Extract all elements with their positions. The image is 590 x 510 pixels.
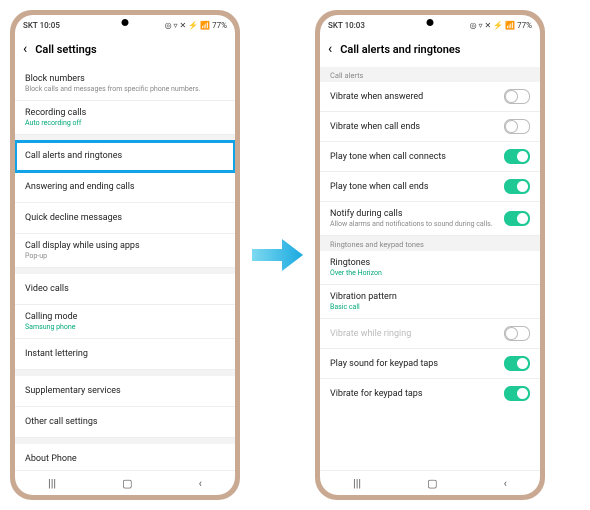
toggle[interactable] — [504, 386, 530, 401]
back-icon[interactable]: ‹ — [23, 41, 27, 57]
arrow-icon — [250, 235, 305, 275]
item-vibration-pattern[interactable]: Vibration pattern Basic call — [320, 285, 540, 319]
item-video-calls[interactable]: Video calls — [15, 274, 235, 305]
item-about-phone[interactable]: About Phone — [15, 444, 235, 470]
carrier-time: SKT 10:03 — [328, 21, 365, 30]
item-call-display[interactable]: Call display while using apps Pop-up — [15, 234, 235, 268]
nav-bar: ||| ▢ ‹ — [15, 470, 235, 495]
toggle[interactable] — [504, 211, 530, 226]
item-instant-lettering[interactable]: Instant lettering — [15, 339, 235, 370]
recent-button[interactable]: ||| — [353, 477, 361, 490]
item-supplementary[interactable]: Supplementary services — [15, 376, 235, 407]
item-ringtones[interactable]: Ringtones Over the Horizon — [320, 251, 540, 285]
header: ‹ Call alerts and ringtones — [320, 35, 540, 67]
item-sound-keypad[interactable]: Play sound for keypad taps — [320, 349, 540, 379]
recent-button[interactable]: ||| — [48, 477, 56, 490]
toggle[interactable] — [504, 356, 530, 371]
page-title: Call settings — [35, 43, 96, 56]
item-call-alerts-ringtones[interactable]: Call alerts and ringtones — [15, 141, 235, 172]
front-camera — [122, 19, 129, 26]
toggle — [504, 326, 530, 341]
toggle[interactable] — [504, 179, 530, 194]
back-icon[interactable]: ‹ — [328, 41, 332, 57]
item-tone-connects[interactable]: Play tone when call connects — [320, 142, 540, 172]
phone-right: SKT 10:03 ◎ ▿ ✕ ⚡ 📶 77% ‹ Call alerts an… — [315, 10, 545, 500]
settings-list: Call alerts Vibrate when answered Vibrat… — [320, 67, 540, 470]
item-notify-during[interactable]: Notify during calls Allow alarms and not… — [320, 202, 540, 236]
settings-list: Block numbers Block calls and messages f… — [15, 67, 235, 470]
status-icons: ◎ ▿ ✕ ⚡ 📶 77% — [470, 21, 532, 30]
item-vibrate-end[interactable]: Vibrate when call ends — [320, 112, 540, 142]
status-icons: ◎ ▿ ✕ ⚡ 📶 77% — [165, 21, 227, 30]
back-button[interactable]: ‹ — [199, 477, 202, 490]
toggle[interactable] — [504, 149, 530, 164]
carrier-time: SKT 10:05 — [23, 21, 60, 30]
toggle[interactable] — [504, 89, 530, 104]
item-block-numbers[interactable]: Block numbers Block calls and messages f… — [15, 67, 235, 101]
phone-left: SKT 10:05 ◎ ▿ ✕ ⚡ 📶 77% ‹ Call settings … — [10, 10, 240, 500]
section-call-alerts: Call alerts — [320, 67, 540, 82]
item-other-settings[interactable]: Other call settings — [15, 407, 235, 438]
back-button[interactable]: ‹ — [504, 477, 507, 490]
toggle[interactable] — [504, 119, 530, 134]
home-button[interactable]: ▢ — [427, 477, 437, 490]
front-camera — [427, 19, 434, 26]
header: ‹ Call settings — [15, 35, 235, 67]
item-answering-ending[interactable]: Answering and ending calls — [15, 172, 235, 203]
item-quick-decline[interactable]: Quick decline messages — [15, 203, 235, 234]
item-vibrate-answered[interactable]: Vibrate when answered — [320, 82, 540, 112]
item-vibrate-keypad[interactable]: Vibrate for keypad taps — [320, 379, 540, 408]
item-tone-ends[interactable]: Play tone when call ends — [320, 172, 540, 202]
screen-left: SKT 10:05 ◎ ▿ ✕ ⚡ 📶 77% ‹ Call settings … — [15, 15, 235, 495]
nav-bar: ||| ▢ ‹ — [320, 470, 540, 495]
item-recording-calls[interactable]: Recording calls Auto recording off — [15, 101, 235, 135]
item-vibrate-while-ringing: Vibrate while ringing — [320, 319, 540, 349]
section-ringtones-keypad: Ringtones and keypad tones — [320, 236, 540, 251]
page-title: Call alerts and ringtones — [340, 43, 460, 56]
item-calling-mode[interactable]: Calling mode Samsung phone — [15, 305, 235, 339]
screen-right: SKT 10:03 ◎ ▿ ✕ ⚡ 📶 77% ‹ Call alerts an… — [320, 15, 540, 495]
home-button[interactable]: ▢ — [122, 477, 132, 490]
